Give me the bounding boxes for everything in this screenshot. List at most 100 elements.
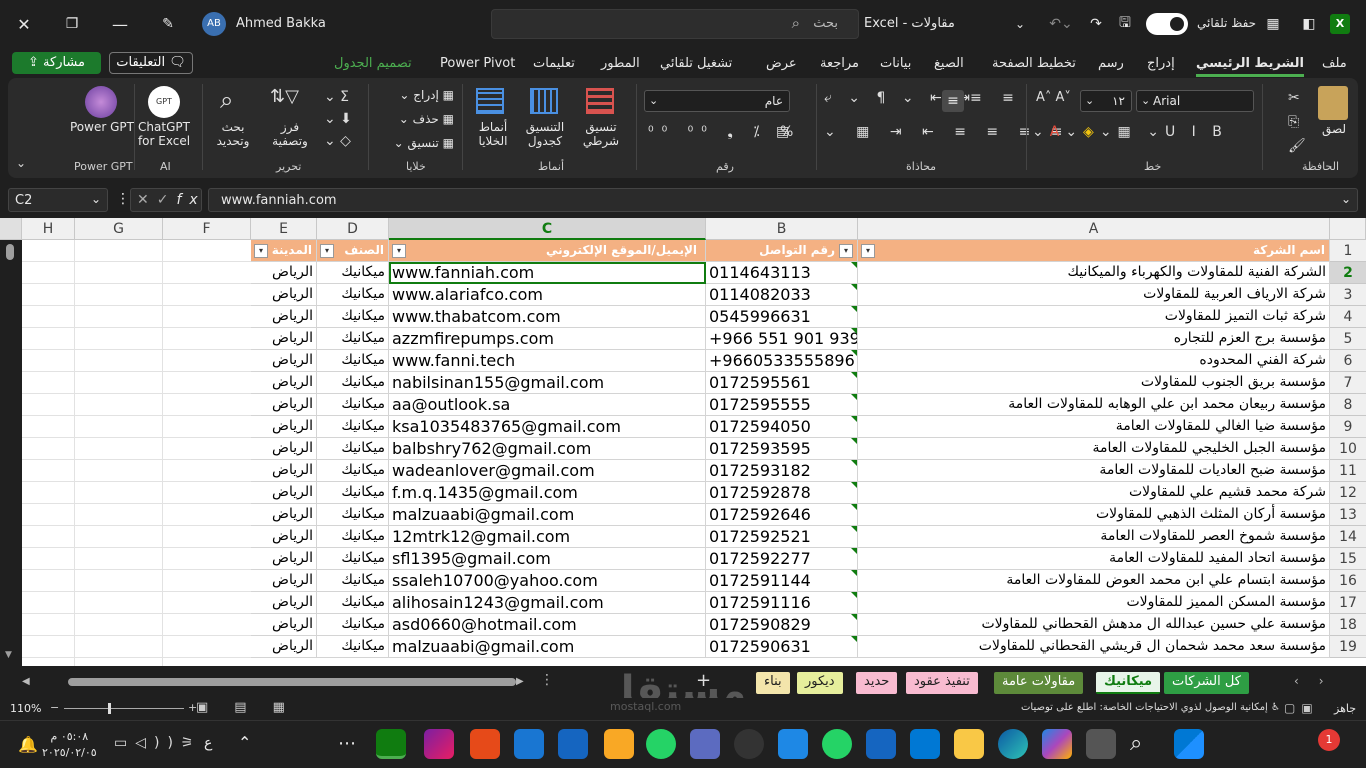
formula-actions[interactable]: ✕✓fx	[130, 188, 202, 212]
search-input[interactable]: بحث	[813, 16, 838, 31]
number-format-select[interactable]: ⌄ عام	[644, 90, 790, 112]
cell-city[interactable]: الرياض	[251, 460, 317, 482]
col-header-b[interactable]: B	[706, 218, 858, 240]
tab-developer[interactable]: المطور	[601, 56, 640, 71]
cell-phone[interactable]: 0172592277	[706, 548, 858, 570]
search-icon[interactable]: ⌕	[1130, 731, 1142, 756]
row-header[interactable]: 17	[1330, 592, 1366, 614]
cell-company[interactable]: شركة محمد قشيم علي للمقاولات	[858, 482, 1330, 504]
cell-category[interactable]: ميكانيك	[317, 306, 389, 328]
cell-city[interactable]: الرياض	[251, 438, 317, 460]
cell-category[interactable]: ميكانيك	[317, 636, 389, 658]
col-header-a[interactable]: A	[858, 218, 1330, 240]
cell-company[interactable]: مؤسسة ضيا الغالي للمقاولات العامة	[858, 416, 1330, 438]
scroll-down-icon[interactable]: ▼	[5, 650, 12, 660]
header-city[interactable]: ▾ المدينة	[251, 240, 317, 262]
formula-input[interactable]: www.fanniah.com ⌄	[208, 188, 1358, 212]
sheet-nav-icon[interactable]: ‹›	[1294, 674, 1344, 688]
col-header-e[interactable]: E	[251, 218, 317, 240]
cell-city[interactable]: الرياض	[251, 350, 317, 372]
cell-company[interactable]: مؤسسة المسكن المميز للمقاولات	[858, 592, 1330, 614]
cell-company[interactable]: مؤسسة برج العزم للتجاره	[858, 328, 1330, 350]
currency-icon[interactable]: ▤	[776, 124, 789, 140]
cell-phone[interactable]: 0114643113	[706, 262, 858, 284]
paste-button[interactable]: لصق	[1314, 122, 1354, 136]
cell-city[interactable]: الرياض	[251, 504, 317, 526]
row-header[interactable]: 4	[1330, 306, 1366, 328]
cell-city[interactable]: الرياض	[251, 394, 317, 416]
font-name-select[interactable]: ⌄ Arial	[1136, 90, 1254, 112]
cell-company[interactable]: شركة ثبات التميز للمقاولات	[858, 306, 1330, 328]
row-header[interactable]: 13	[1330, 504, 1366, 526]
cell-city[interactable]: الرياض	[251, 372, 317, 394]
undo-icon[interactable]: ↶⌄	[1046, 12, 1076, 36]
whatsapp2-app-icon[interactable]	[822, 729, 852, 759]
cell-company[interactable]: مؤسسة بريق الجنوب للمقاولات	[858, 372, 1330, 394]
file-explorer-icon[interactable]	[954, 729, 984, 759]
pen-icon[interactable]: ✎	[154, 10, 182, 38]
cell-phone[interactable]: 0172590829	[706, 614, 858, 636]
cell-category[interactable]: ميكانيك	[317, 460, 389, 482]
outlook-app-icon[interactable]	[514, 729, 544, 759]
cell-category[interactable]: ميكانيك	[317, 482, 389, 504]
row-header[interactable]: 7	[1330, 372, 1366, 394]
row-header[interactable]: 18	[1330, 614, 1366, 636]
align-middle-icon[interactable]: ≡ ≡	[970, 90, 1022, 106]
cell-email[interactable]: 12mtrk12@gmail.com	[389, 526, 706, 548]
cell-company[interactable]: مؤسسة اتحاد المفيد للمقاولات العامة	[858, 548, 1330, 570]
cell-phone[interactable]: 0114082033	[706, 284, 858, 306]
horizontal-scrollbar[interactable]	[68, 678, 516, 686]
cell-city[interactable]: الرياض	[251, 416, 317, 438]
col-header-f[interactable]: F	[163, 218, 251, 240]
cell-city[interactable]: الرياض	[251, 482, 317, 504]
row-header[interactable]: 15	[1330, 548, 1366, 570]
sheet-tab-general[interactable]: مقاولات عامة	[994, 672, 1084, 694]
files-app-icon[interactable]	[604, 729, 634, 759]
row-header[interactable]: 5	[1330, 328, 1366, 350]
cell-email[interactable]: www.alariafco.com	[389, 284, 706, 306]
cell-category[interactable]: ميكانيك	[317, 350, 389, 372]
whatsapp-app-icon[interactable]	[646, 729, 676, 759]
cell-phone[interactable]: +966 551 901 939	[706, 328, 858, 350]
customize-icon[interactable]: ⌄	[1010, 12, 1030, 36]
cell-phone[interactable]: 0172593595	[706, 438, 858, 460]
tab-power-pivot[interactable]: Power Pivot	[440, 56, 515, 71]
cell-email[interactable]: aa@outlook.sa	[389, 394, 706, 416]
cell-company[interactable]: مؤسسة ابتسام علي ابن محمد العوض للمقاولا…	[858, 570, 1330, 592]
defender-app-icon[interactable]	[866, 729, 896, 759]
cell-email[interactable]: nabilsinan155@gmail.com	[389, 372, 706, 394]
search-box[interactable]: بحث ⌕	[491, 9, 859, 39]
sheet-tab-hadid[interactable]: حديد	[856, 672, 898, 694]
cell-email[interactable]: wadeanlover@gmail.com	[389, 460, 706, 482]
task-view-icon[interactable]	[1086, 729, 1116, 759]
tab-formulas[interactable]: الصيغ	[934, 56, 964, 71]
cell-email[interactable]: www.thabatcom.com	[389, 306, 706, 328]
clock[interactable]: ٠٥:٠٨ م ٢٠٢٥/٠٢/٠٥	[42, 729, 97, 761]
layout-icon[interactable]: ▦	[1262, 12, 1284, 36]
zoom-slider-thumb[interactable]	[108, 703, 111, 714]
cell-city[interactable]: الرياض	[251, 570, 317, 592]
cell-email[interactable]: www.fanniah.com	[389, 262, 706, 284]
avatar[interactable]: AB	[202, 12, 226, 36]
chevron-up-icon[interactable]: ⌃	[238, 733, 251, 752]
row-header[interactable]: 1	[1330, 240, 1366, 262]
outlook-new-app-icon[interactable]	[558, 729, 588, 759]
tab-help[interactable]: تعليمات	[533, 56, 575, 71]
zoom-out-icon[interactable]: −	[50, 701, 59, 714]
sheet-tab-binaa[interactable]: بناء	[756, 672, 790, 694]
cell-email[interactable]: azzmfirepumps.com	[389, 328, 706, 350]
cell-phone[interactable]: 0172593182	[706, 460, 858, 482]
row-header[interactable]: 8	[1330, 394, 1366, 416]
accessibility-status[interactable]: ♿ إمكانية الوصول لذوي الاحتياجات الخاصة:…	[1000, 702, 1280, 713]
col-header-g[interactable]: G	[75, 218, 163, 240]
row-header[interactable]: 3	[1330, 284, 1366, 306]
col-header-h[interactable]: H	[22, 218, 75, 240]
store-app-icon[interactable]	[910, 729, 940, 759]
cell-email[interactable]: www.fanni.tech	[389, 350, 706, 372]
cell-company[interactable]: الشركة الفنية للمقاولات والكهرباء والميك…	[858, 262, 1330, 284]
cell-phone[interactable]: 0172592878	[706, 482, 858, 504]
format-as-table-button[interactable]: التنسيق كجدول	[520, 120, 570, 148]
cell-category[interactable]: ميكانيك	[317, 284, 389, 306]
format-cells-button[interactable]: ⌄ تنسيق ▦	[382, 136, 454, 150]
row-header[interactable]: 2	[1330, 262, 1366, 284]
